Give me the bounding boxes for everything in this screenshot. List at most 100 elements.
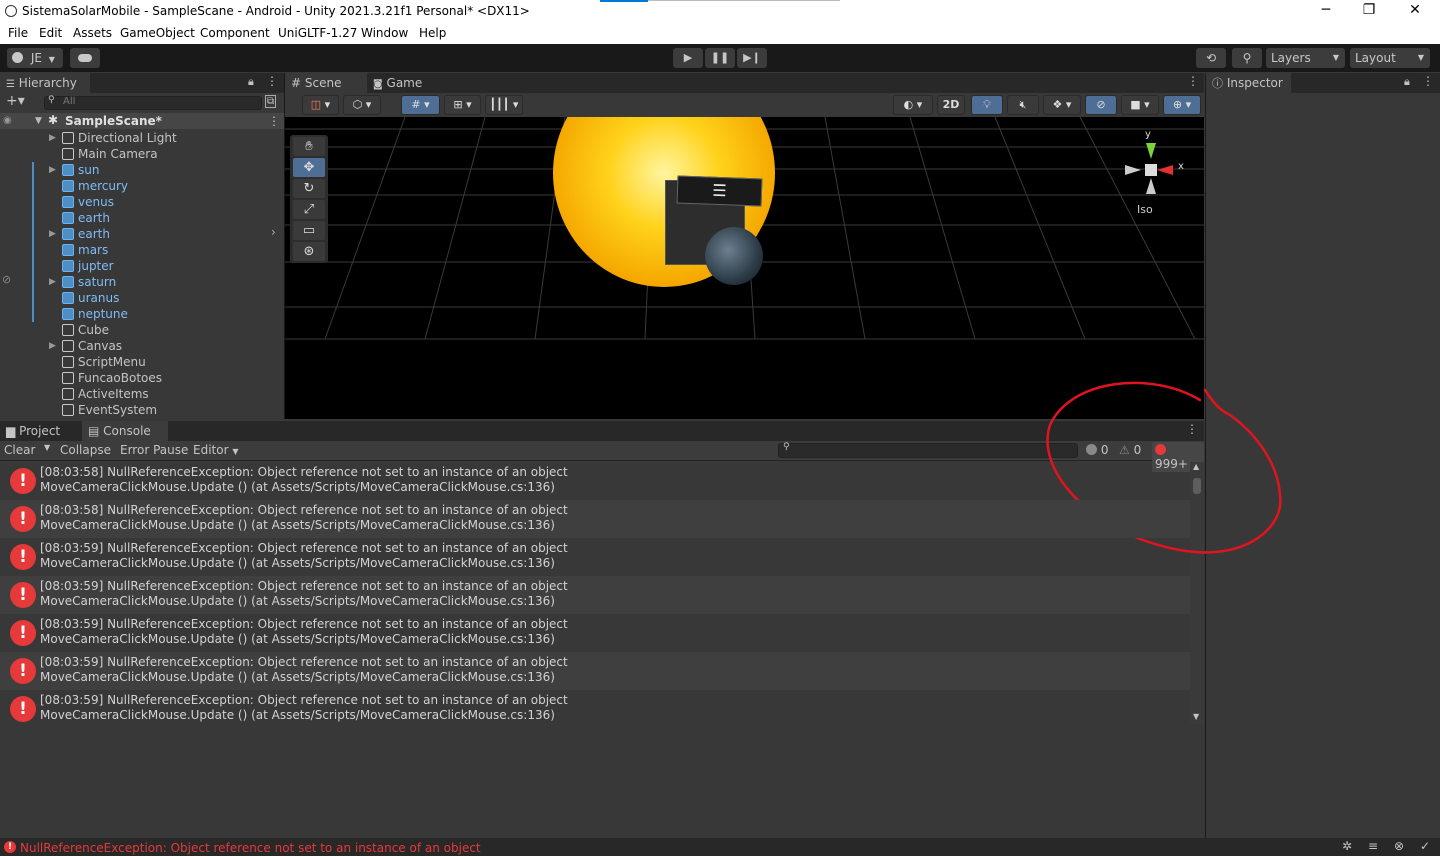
iso-label[interactable]: Iso: [1137, 203, 1153, 216]
scene-root-row[interactable]: ◉ ▼ ✱ SampleScane* ⋮: [0, 113, 284, 129]
hierarchy-item[interactable]: FuncaoBotoes: [0, 370, 284, 386]
expand-arrow-icon[interactable]: ▶: [49, 162, 56, 178]
console-log-entry[interactable]: ! [08:03:59] NullReferenceException: Obje…: [0, 538, 1190, 576]
kebab-menu-icon[interactable]: ⋮: [1422, 74, 1434, 88]
scroll-down-icon[interactable]: ▼: [1193, 712, 1199, 721]
hierarchy-item[interactable]: jupter: [0, 258, 284, 274]
expand-arrow-icon[interactable]: ▶: [49, 274, 56, 290]
gizmo-neg-y-axis[interactable]: [1146, 178, 1156, 194]
menu-unigltf[interactable]: UniGLTF-1.27: [278, 26, 357, 40]
layers-dropdown[interactable]: Layers ▼: [1266, 48, 1345, 68]
pivot-dropdown[interactable]: ⬡ ▾: [343, 95, 381, 115]
shading-dropdown[interactable]: ◐ ▾: [893, 95, 933, 115]
increment-snap-dropdown[interactable]: ┃┃┃ ▾: [485, 95, 523, 115]
canvas-menu-panel[interactable]: ☰: [676, 175, 763, 207]
hierarchy-item[interactable]: mercury: [0, 178, 284, 194]
move-tool-button[interactable]: ✥: [293, 158, 325, 177]
audio-toggle[interactable]: 🔇︎: [1007, 95, 1039, 115]
hierarchy-item[interactable]: ▶ Directional Light: [0, 130, 284, 146]
hierarchy-item[interactable]: ScriptMenu: [0, 354, 284, 370]
effects-dropdown[interactable]: ❖ ▾: [1043, 95, 1081, 115]
layout-dropdown[interactable]: Layout ▼: [1350, 48, 1430, 68]
close-button[interactable]: ✕: [1392, 2, 1438, 22]
menu-window[interactable]: Window: [361, 26, 408, 40]
console-log-entry[interactable]: ! [08:03:59] NullReferenceException: Obje…: [0, 576, 1190, 614]
menu-edit[interactable]: Edit: [39, 26, 62, 40]
tab-inspector[interactable]: ⓘ Inspector: [1206, 73, 1291, 93]
hierarchy-item[interactable]: mars: [0, 242, 284, 258]
hierarchy-item[interactable]: earth: [0, 210, 284, 226]
editor-dropdown[interactable]: Editor ▼: [193, 443, 239, 457]
console-log-entry[interactable]: ! [08:03:58] NullReferenceException: Obje…: [0, 500, 1190, 538]
hierarchy-item[interactable]: ▶ sun: [0, 162, 284, 178]
hierarchy-item[interactable]: neptune: [0, 306, 284, 322]
lighting-toggle[interactable]: 💡︎: [971, 95, 1003, 115]
console-log-entry[interactable]: ! [08:03:59] NullReferenceException: Obje…: [0, 652, 1190, 690]
network-icon[interactable]: ⊗: [1394, 839, 1404, 853]
expand-arrow-icon[interactable]: ▶: [49, 130, 56, 146]
tab-game[interactable]: ◙ Game: [367, 73, 437, 93]
gizmo-y-axis[interactable]: [1146, 143, 1156, 159]
hierarchy-item[interactable]: ▶ earth: [0, 226, 284, 242]
tab-project[interactable]: ▆ Project: [0, 421, 80, 441]
lock-icon[interactable]: 🔒︎: [248, 75, 254, 89]
cloud-button[interactable]: [70, 48, 100, 68]
menu-help[interactable]: Help: [419, 26, 446, 40]
search-button[interactable]: ⚲: [1232, 48, 1262, 68]
menu-file[interactable]: File: [8, 26, 28, 40]
gizmo-center[interactable]: [1145, 164, 1157, 176]
hierarchy-item[interactable]: Cube: [0, 322, 284, 338]
lock-icon[interactable]: 🔒︎: [1404, 75, 1410, 89]
snap-dropdown[interactable]: ⊞ ▾: [444, 95, 481, 115]
hierarchy-item[interactable]: EventSystem: [0, 402, 284, 418]
clear-button[interactable]: Clear: [4, 443, 35, 457]
earth-object[interactable]: [705, 227, 763, 285]
add-icon[interactable]: +▾: [6, 93, 25, 109]
expand-arrow-icon[interactable]: ▶: [49, 338, 56, 354]
transform-tool-button[interactable]: ⊛: [293, 242, 325, 261]
scale-tool-button[interactable]: ⤢: [293, 200, 325, 219]
hierarchy-item[interactable]: venus: [0, 194, 284, 210]
kebab-menu-icon[interactable]: ⋮: [1187, 74, 1199, 88]
menu-component[interactable]: Component: [200, 26, 270, 40]
hierarchy-item[interactable]: uranus: [0, 290, 284, 306]
error-pause-button[interactable]: Error Pause: [120, 443, 188, 457]
grid-toggle[interactable]: # ▾: [401, 95, 440, 115]
toggle-2d-button[interactable]: 2D: [937, 95, 965, 115]
gizmos-dropdown[interactable]: ⊕ ▾: [1163, 95, 1201, 115]
rotate-tool-button[interactable]: ↻: [293, 179, 325, 198]
menu-assets[interactable]: Assets: [73, 26, 112, 40]
hand-tool-button[interactable]: ✋︎: [293, 137, 325, 156]
clear-options-dropdown[interactable]: ▼: [44, 443, 50, 452]
hierarchy-search-input[interactable]: ⚲ All: [44, 95, 262, 110]
account-dropdown[interactable]: JE ▼: [7, 48, 63, 68]
eye-icon[interactable]: ◉: [3, 113, 12, 129]
step-button[interactable]: ▶❙: [737, 48, 767, 68]
hierarchy-item[interactable]: ▶ Canvas: [0, 338, 284, 354]
hierarchy-item[interactable]: ▶ saturn: [0, 274, 284, 290]
hierarchy-item[interactable]: Main Camera: [0, 146, 284, 162]
cache-icon[interactable]: ≡: [1368, 839, 1378, 853]
camera-dropdown[interactable]: ■ ▾: [1121, 95, 1159, 115]
bug-icon[interactable]: ✲: [1342, 839, 1352, 853]
console-log-entry[interactable]: ! [08:03:59] NullReferenceException: Obje…: [0, 690, 1190, 728]
gizmo-x-axis[interactable]: [1157, 165, 1173, 175]
console-log-entry[interactable]: ! [08:03:58] NullReferenceException: Obje…: [0, 462, 1190, 500]
draw-mode-dropdown[interactable]: ◫ ▾: [302, 95, 339, 115]
tab-scene[interactable]: # Scene: [285, 73, 367, 93]
gizmo-neg-x-axis[interactable]: [1125, 165, 1141, 175]
kebab-menu-icon[interactable]: ⋮: [266, 74, 278, 88]
minimize-button[interactable]: ─: [1303, 2, 1349, 22]
collapse-button[interactable]: Collapse: [60, 443, 111, 457]
orientation-gizmo[interactable]: y x Iso: [1121, 129, 1191, 216]
play-button[interactable]: ▶: [673, 48, 703, 68]
status-message[interactable]: NullReferenceException: Object reference…: [20, 841, 481, 855]
scene-visibility-icon[interactable]: ⧉: [265, 95, 277, 108]
history-button[interactable]: ⟲: [1196, 48, 1226, 68]
rect-tool-button[interactable]: ▭: [293, 221, 325, 240]
tab-hierarchy[interactable]: ☰ Hierarchy: [0, 73, 90, 93]
menu-gameobject[interactable]: GameObject: [120, 26, 195, 40]
console-log-entry[interactable]: ! [08:03:59] NullReferenceException: Obje…: [0, 614, 1190, 652]
maximize-button[interactable]: ❐: [1346, 2, 1392, 22]
pause-button[interactable]: ❚❚: [705, 48, 735, 68]
